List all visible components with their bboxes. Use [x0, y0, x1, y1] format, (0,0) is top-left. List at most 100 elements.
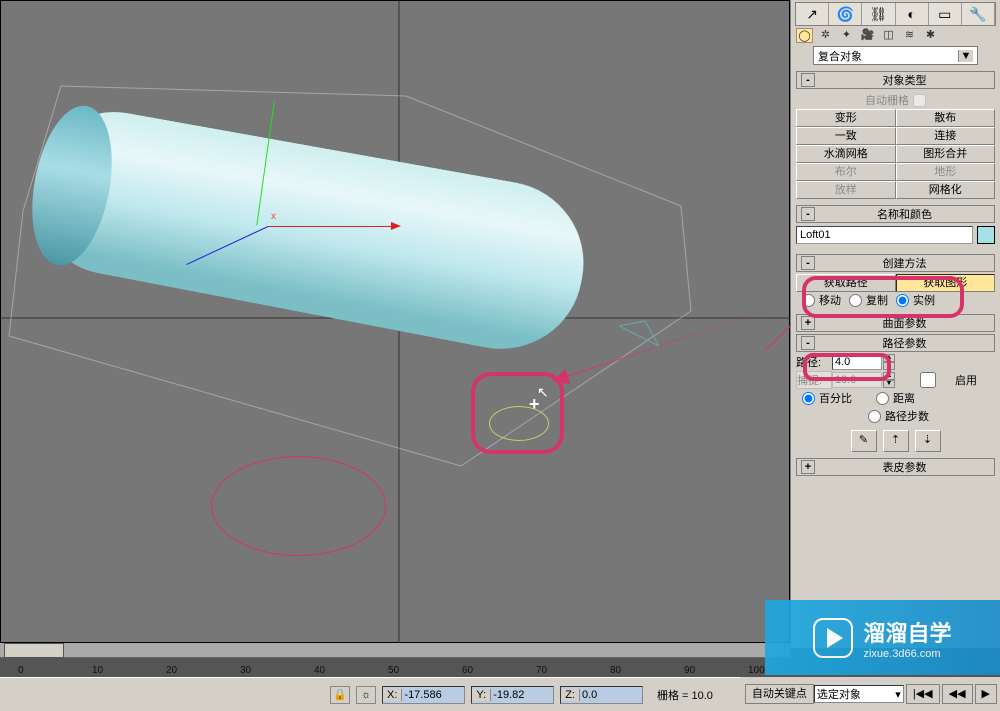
autokey-button[interactable]: 自动关键点	[745, 684, 814, 704]
key-filter-dropdown[interactable]: 选定对象 ▾	[814, 685, 904, 703]
btn-mesher[interactable]: 网格化	[896, 181, 996, 199]
chevron-down-icon[interactable]: ▼	[958, 50, 973, 62]
geometry-icon[interactable]: ◯	[796, 28, 813, 43]
shapes-icon[interactable]: ✲	[817, 28, 834, 43]
play-logo-icon	[813, 618, 853, 658]
watermark-url: zixue.3d66.com	[863, 648, 951, 660]
tick: 60	[462, 665, 473, 676]
axis-label-x: x	[271, 211, 276, 222]
plus-icon[interactable]: +	[801, 460, 815, 474]
btn-morph[interactable]: 变形	[796, 109, 896, 127]
play-button[interactable]: ▶	[975, 684, 997, 704]
enable-snap-checkbox[interactable]	[903, 372, 953, 388]
key-filter-label: 选定对象	[817, 686, 861, 702]
btn-connect[interactable]: 连接	[896, 127, 996, 145]
object-name-input[interactable]	[796, 226, 973, 244]
btn-conform[interactable]: 一致	[796, 127, 896, 145]
tab-modify-icon[interactable]: 🌀	[829, 3, 862, 25]
rollup-title: 表皮参数	[819, 459, 990, 475]
autogrid-label: 自动栅格	[865, 92, 909, 108]
rollup-path-params[interactable]: - 路径参数	[796, 334, 995, 352]
annotation-shape-highlight	[471, 372, 564, 454]
rollup-title: 名称和颜色	[819, 206, 990, 222]
cameras-icon[interactable]: 🎥	[859, 28, 876, 43]
tab-utility-icon[interactable]: 🔧	[962, 3, 995, 25]
prev-shape-icon[interactable]: ⇡	[883, 430, 909, 452]
tab-hierarchy-icon[interactable]: ⛓	[862, 3, 895, 25]
x-input[interactable]	[402, 689, 464, 701]
command-panel: ↗ 🌀 ⛓ ◐ ▭ 🔧 ◯ ✲ ✦ 🎥 ◫ ≋ ✱ 复合对象 ▼ - 对象类型 …	[790, 0, 1000, 648]
tab-create-icon[interactable]: ↗	[796, 3, 829, 25]
z-label: Z:	[561, 689, 580, 701]
tick: 70	[536, 665, 547, 676]
lock-icon[interactable]: 🔒	[330, 686, 350, 704]
y-input[interactable]	[491, 689, 553, 701]
tick: 50	[388, 665, 399, 676]
goto-start-button[interactable]: |◀◀	[906, 684, 940, 704]
color-swatch[interactable]	[977, 226, 995, 244]
grid-size-label: 栅格 = 10.0	[657, 687, 713, 703]
autogrid-checkbox	[913, 94, 926, 107]
rollup-name-color[interactable]: - 名称和颜色	[796, 205, 995, 223]
path-tool-icons[interactable]: ✎ ⇡ ⇣	[797, 430, 994, 452]
btn-scatter[interactable]: 散布	[896, 109, 996, 127]
z-input[interactable]	[580, 689, 642, 701]
tick: 20	[166, 665, 177, 676]
rollup-creation-method[interactable]: - 创建方法	[796, 254, 995, 272]
radio-pathsteps[interactable]	[868, 410, 881, 423]
chevron-down-icon[interactable]: ▾	[895, 688, 901, 701]
coord-icon[interactable]: ☼	[356, 686, 376, 704]
minus-icon[interactable]: -	[801, 207, 815, 221]
annotation-get-shape-highlight	[802, 276, 964, 318]
radio-percentage[interactable]	[802, 392, 815, 405]
radio-distance[interactable]	[876, 392, 889, 405]
tick: 30	[240, 665, 251, 676]
y-label: Y:	[472, 689, 491, 701]
rollup-skin-params[interactable]: + 表皮参数	[796, 458, 995, 476]
helpers-icon[interactable]: ◫	[880, 28, 897, 43]
tick: 90	[684, 665, 695, 676]
radio-distance-label: 距离	[893, 390, 915, 406]
tick: 80	[610, 665, 621, 676]
tick: 10	[92, 665, 103, 676]
coord-x[interactable]: X:	[382, 686, 465, 704]
minus-icon[interactable]: -	[801, 336, 815, 350]
pick-shape-icon[interactable]: ✎	[851, 430, 877, 452]
rollup-object-type[interactable]: - 对象类型	[796, 71, 995, 89]
time-slider[interactable]	[0, 643, 790, 658]
tick: 0	[18, 665, 24, 676]
tick: 40	[314, 665, 325, 676]
spacewarp-icon[interactable]: ≋	[901, 28, 918, 43]
btn-blobmesh[interactable]: 水滴网格	[796, 145, 896, 163]
minus-icon[interactable]: -	[801, 256, 815, 270]
animation-controls: 自动关键点 选定对象 ▾ |◀◀ ◀◀ ▶	[740, 677, 1000, 711]
minus-icon[interactable]: -	[801, 73, 815, 87]
create-subtabs[interactable]: ◯ ✲ ✦ 🎥 ◫ ≋ ✱	[796, 28, 995, 43]
watermark: 溜溜自学 zixue.3d66.com	[765, 600, 1000, 675]
plus-icon[interactable]: +	[801, 316, 815, 330]
rollup-title: 创建方法	[819, 255, 990, 271]
tab-motion-icon[interactable]: ◐	[896, 3, 929, 25]
btn-loft: 放样	[796, 181, 896, 199]
autogrid-row: 自动栅格	[796, 91, 995, 109]
tick: 100	[748, 665, 765, 676]
next-shape-icon[interactable]: ⇣	[915, 430, 941, 452]
frame-ruler[interactable]: 0 10 20 30 40 50 60 70 80 90 100	[0, 658, 790, 676]
coord-y[interactable]: Y:	[471, 686, 554, 704]
time-slider-handle[interactable]	[4, 643, 64, 658]
shape-ellipse-large[interactable]	[211, 456, 386, 556]
rollup-title: 路径参数	[819, 335, 990, 351]
radio-pathsteps-label: 路径步数	[885, 408, 929, 424]
lights-icon[interactable]: ✦	[838, 28, 855, 43]
watermark-title: 溜溜自学	[863, 616, 951, 648]
prev-frame-button[interactable]: ◀◀	[942, 684, 973, 704]
command-tabs[interactable]: ↗ 🌀 ⛓ ◐ ▭ 🔧	[795, 2, 996, 26]
rollup-title: 对象类型	[819, 72, 990, 88]
viewport[interactable]: x + ↖	[0, 0, 790, 643]
coord-z[interactable]: Z:	[560, 686, 643, 704]
systems-icon[interactable]: ✱	[922, 28, 939, 43]
category-dropdown[interactable]: 复合对象 ▼	[813, 46, 978, 65]
object-type-buttons: 自动栅格 变形 散布 一致 连接 水滴网格 图形合并 布尔 地形 放样 网格化	[796, 91, 995, 199]
tab-display-icon[interactable]: ▭	[929, 3, 962, 25]
btn-shapemerge[interactable]: 图形合并	[896, 145, 996, 163]
